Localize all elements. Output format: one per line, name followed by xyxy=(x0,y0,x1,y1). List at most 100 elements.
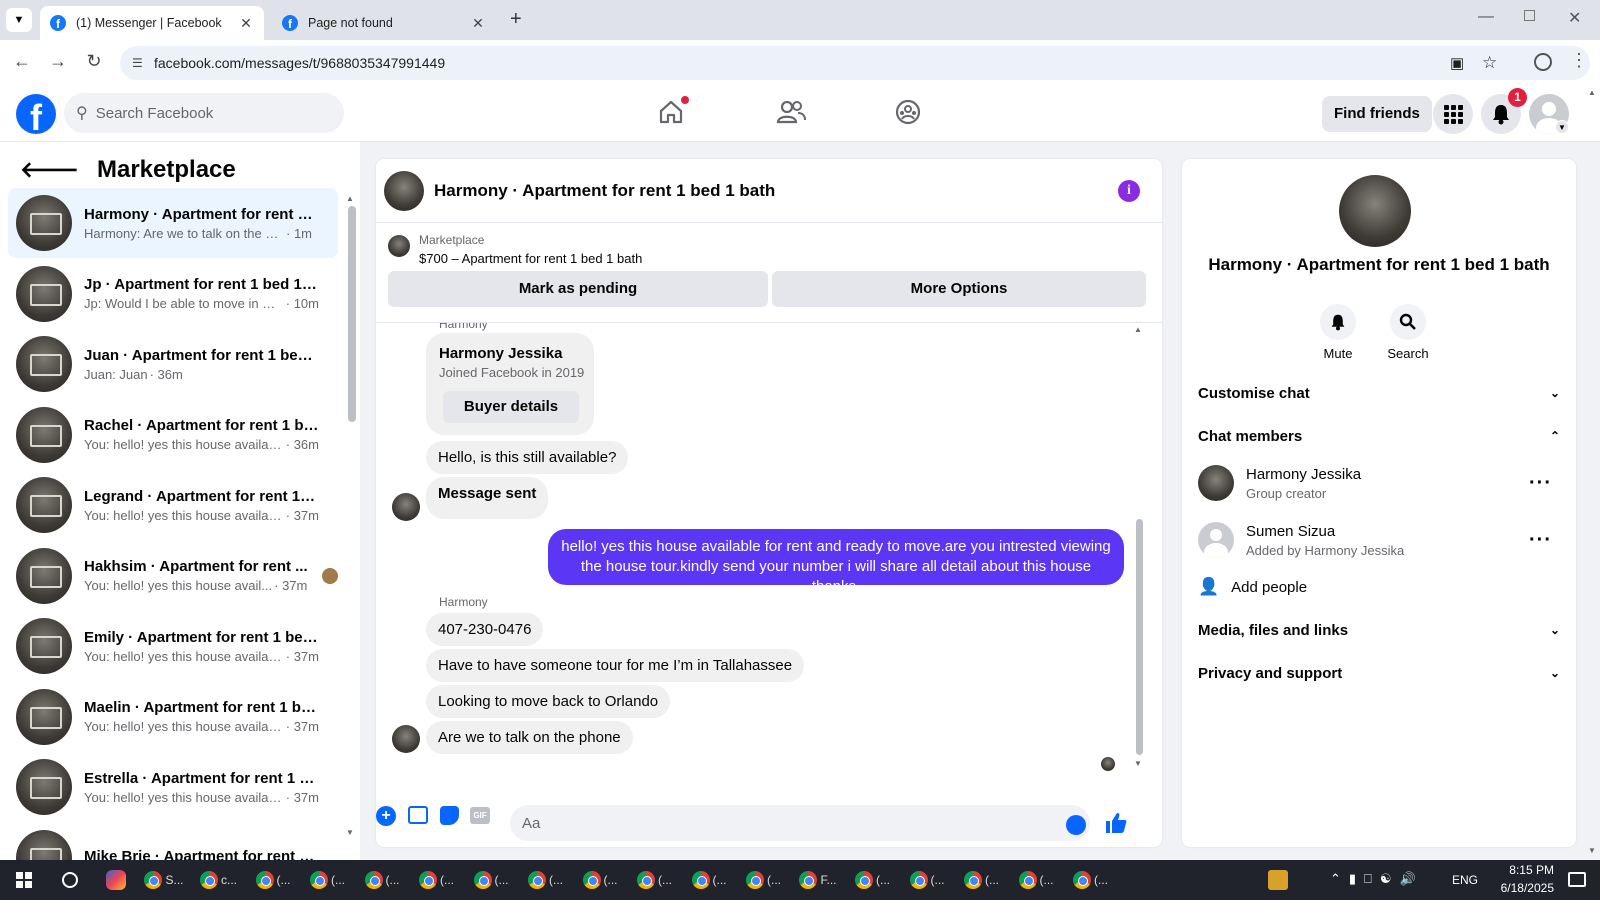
conversation-item[interactable]: Jp · Apartment for rent 1 bed 1 b... Jp: … xyxy=(8,259,338,329)
notification-center-icon[interactable] xyxy=(1568,872,1586,887)
thumbs-up-icon[interactable] xyxy=(1104,811,1128,840)
taskbar-app-button[interactable]: (... xyxy=(306,865,350,895)
find-friends-button[interactable]: Find friends xyxy=(1322,96,1432,132)
restore-icon[interactable] xyxy=(1524,10,1535,21)
home-icon[interactable] xyxy=(657,96,689,131)
taskbar-app-button[interactable]: (... xyxy=(742,865,786,895)
conversation-item[interactable]: Legrand · Apartment for rent 1 b... You: … xyxy=(8,470,338,540)
taskbar-app-button[interactable]: (... xyxy=(687,865,731,895)
taskbar-app-button[interactable]: (... xyxy=(578,865,622,895)
thread-scrollbar[interactable] xyxy=(1136,519,1143,755)
sidebar-scrollbar[interactable] xyxy=(348,206,356,422)
incoming-message[interactable]: Hello, is this still available? xyxy=(426,441,629,474)
clock-time[interactable]: 8:15 PM xyxy=(1492,863,1554,877)
taskbar-app-button[interactable]: (... xyxy=(415,865,459,895)
clock-date[interactable]: 6/18/2025 xyxy=(1486,881,1554,895)
taskbar-app-button[interactable]: (... xyxy=(524,865,568,895)
conversation-item[interactable]: Harmony · Apartment for rent 1 ... Harmon… xyxy=(8,188,338,258)
close-window-icon[interactable]: ✕ xyxy=(1568,8,1581,28)
more-options-button[interactable]: More Options xyxy=(772,271,1146,307)
mute-button[interactable]: Mute xyxy=(1298,304,1378,361)
photo-icon[interactable] xyxy=(408,806,428,824)
browser-menu-icon[interactable]: ⋮ xyxy=(1570,50,1588,71)
minimize-icon[interactable]: — xyxy=(1478,8,1494,26)
facebook-logo-icon[interactable]: f xyxy=(16,94,56,134)
gif-icon[interactable]: GIF xyxy=(470,807,490,824)
incoming-message[interactable]: Have to have someone tour for me I’m in … xyxy=(426,649,805,682)
taskbar-app-button[interactable]: F... xyxy=(796,865,840,895)
message-input[interactable]: Aa xyxy=(510,805,1090,841)
listing-title[interactable]: $700 – Apartment for rent 1 bed 1 bath xyxy=(419,251,642,266)
member-more-icon[interactable]: ··· xyxy=(1529,529,1552,552)
taskbar-app-button[interactable]: (... xyxy=(633,865,677,895)
language-indicator[interactable]: ENG xyxy=(1452,873,1478,887)
system-tray-icons[interactable]: ⌃▮⎕☯🔊 xyxy=(1330,871,1424,887)
conversation-item[interactable]: Hakhsim · Apartment for rent ... You: hel… xyxy=(8,541,338,611)
add-people-row[interactable]: 👤 Add people xyxy=(1198,575,1560,599)
taskbar-app-button[interactable]: (... xyxy=(251,865,295,895)
buyer-details-button[interactable]: Buyer details xyxy=(443,391,579,423)
scroll-down-arrow[interactable]: ▼ xyxy=(346,828,354,837)
conversation-item[interactable]: Maelin · Apartment for rent 1 be... You: … xyxy=(8,682,338,752)
conversation-item[interactable]: Juan · Apartment for rent 1 bed ... Juan:… xyxy=(8,329,338,399)
copilot-icon[interactable] xyxy=(94,865,138,895)
plus-icon[interactable]: + xyxy=(376,806,396,826)
reload-icon[interactable]: ↻ xyxy=(82,51,106,72)
taskbar-app-button[interactable]: S... xyxy=(142,865,186,895)
thread-scroll-up-arrow[interactable]: ▲ xyxy=(1134,325,1142,334)
taskbar-app-button[interactable]: (... xyxy=(469,865,513,895)
site-info-icon[interactable]: ☰ xyxy=(132,56,143,70)
bookmark-star-icon[interactable]: ☆ xyxy=(1482,53,1497,73)
back-icon[interactable]: ← xyxy=(10,51,34,72)
back-arrow-icon[interactable]: 🡐 xyxy=(20,157,79,183)
taskbar-app-button[interactable]: (... xyxy=(360,865,404,895)
conversation-item[interactable]: Mike Brie · Apartment for rent 1 ... xyxy=(8,823,338,860)
member-row[interactable]: Sumen Sizua Added by Harmony Jessika ··· xyxy=(1198,518,1560,562)
taskbar-app-button[interactable]: (... xyxy=(851,865,895,895)
thread-scroll-down-arrow[interactable]: ▼ xyxy=(1134,759,1142,768)
taskbar-app-button[interactable]: (... xyxy=(1014,865,1058,895)
taskbar-app-button[interactable]: c... xyxy=(197,865,241,895)
install-app-icon[interactable]: ▣ xyxy=(1450,54,1464,72)
search-circle-icon[interactable] xyxy=(48,865,92,895)
taskbar-app-button[interactable]: (... xyxy=(905,865,949,895)
chat-avatar[interactable] xyxy=(384,170,424,211)
chat-title[interactable]: Harmony · Apartment for rent 1 bed 1 bat… xyxy=(434,181,775,201)
outgoing-message[interactable]: hello! yes this house available for rent… xyxy=(548,529,1124,595)
tab-messenger[interactable]: f (1) Messenger | Facebook ✕ xyxy=(40,6,264,40)
privacy-support-row[interactable]: Privacy and support ⌄ xyxy=(1198,661,1560,685)
incoming-message[interactable]: Are we to talk on the phone xyxy=(426,721,633,754)
close-tab-icon[interactable]: ✕ xyxy=(238,15,254,32)
conversation-item[interactable]: Rachel · Apartment for rent 1 be... You: … xyxy=(8,400,338,470)
member-more-icon[interactable]: ··· xyxy=(1529,472,1552,495)
search-facebook-input[interactable]: ⚲ Search Facebook xyxy=(64,93,344,133)
tab-list-dropdown[interactable]: ▼ xyxy=(6,8,32,32)
member-row[interactable]: Harmony Jessika Group creator ··· xyxy=(1198,461,1560,505)
emoji-icon[interactable] xyxy=(1066,815,1086,835)
account-chevron-down-icon[interactable]: ▼ xyxy=(1555,120,1569,134)
conversation-item[interactable]: Estrella · Apartment for rent 1 b... You:… xyxy=(8,752,338,822)
info-icon[interactable]: i xyxy=(1118,179,1140,202)
info-avatar[interactable] xyxy=(1339,175,1411,247)
tray-icon[interactable] xyxy=(1268,870,1288,890)
friends-icon[interactable] xyxy=(776,98,806,131)
listing-thumbnail[interactable] xyxy=(388,235,410,257)
start-windows-icon[interactable] xyxy=(2,865,46,895)
incoming-message[interactable]: 407-230-0476 xyxy=(426,613,544,646)
menu-grid-icon[interactable] xyxy=(1433,94,1473,134)
incoming-message[interactable]: Message sent xyxy=(426,477,549,519)
forward-icon[interactable]: → xyxy=(46,51,70,72)
profile-icon[interactable] xyxy=(1534,53,1552,71)
conversation-item[interactable]: Emily · Apartment for rent 1 bed... You: … xyxy=(8,611,338,681)
taskbar-app-button[interactable]: (... xyxy=(960,865,1004,895)
tab-page-not-found[interactable]: f Page not found ✕ xyxy=(272,6,496,40)
scroll-up-arrow[interactable]: ▲ xyxy=(346,194,354,203)
address-bar[interactable]: ☰ facebook.com/messages/t/96880353479914… xyxy=(120,46,1590,80)
incoming-message[interactable]: Looking to move back to Orlando xyxy=(426,685,671,718)
sticker-icon[interactable] xyxy=(440,806,459,825)
new-tab-button[interactable]: + xyxy=(510,8,522,31)
mark-as-pending-button[interactable]: Mark as pending xyxy=(388,271,768,307)
close-tab-icon[interactable]: ✕ xyxy=(470,15,486,32)
page-scroll-up-arrow[interactable]: ▲ xyxy=(1588,88,1596,97)
media-files-row[interactable]: Media, files and links ⌄ xyxy=(1198,618,1560,642)
